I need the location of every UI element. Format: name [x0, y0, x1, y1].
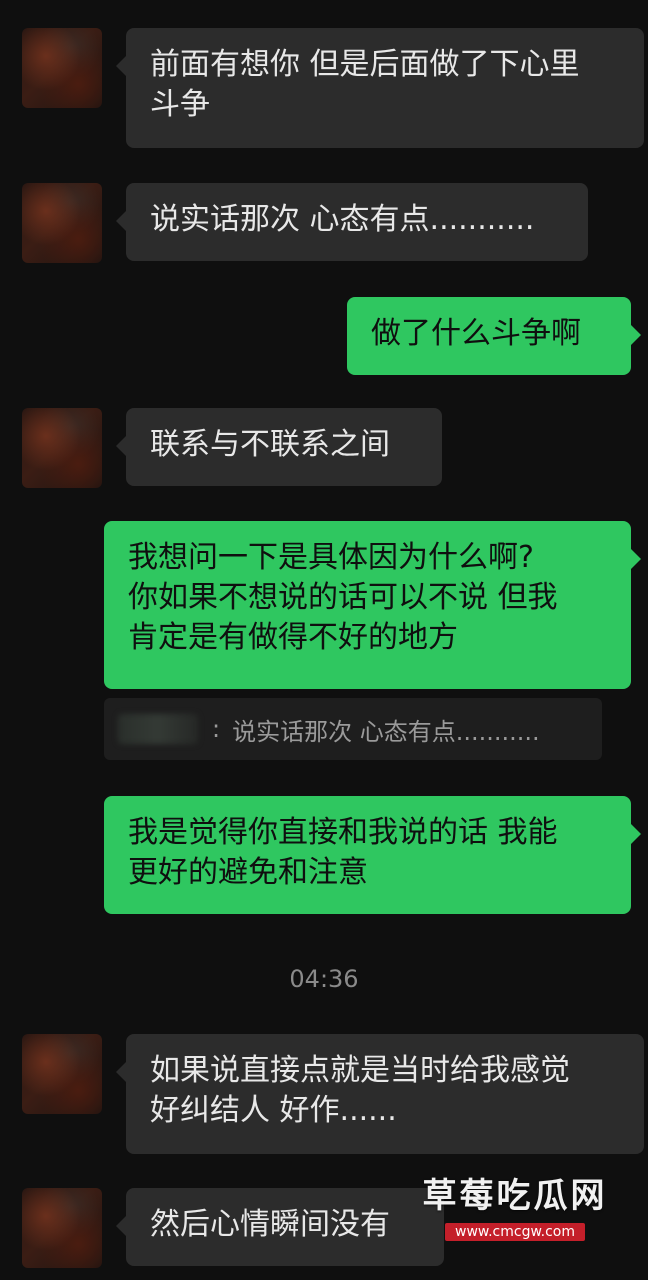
contact-avatar[interactable]	[22, 28, 102, 108]
incoming-message-bubble[interactable]: 前面有想你 但是后面做了下心里 斗争	[116, 28, 644, 148]
quoted-message[interactable]: : 说实话那次 心态有点...........	[104, 698, 602, 760]
incoming-message-bubble[interactable]: 如果说直接点就是当时给我感觉 好纠结人 好作......	[116, 1034, 644, 1154]
quote-separator: :	[212, 715, 221, 743]
contact-avatar[interactable]	[22, 1034, 102, 1114]
message-timestamp: 04:36	[289, 965, 359, 993]
outgoing-message-bubble[interactable]: 我是觉得你直接和我说的话 我能 更好的避免和注意	[104, 796, 641, 914]
quoted-message-text: 说实话那次 心态有点...........	[232, 717, 540, 746]
incoming-message-bubble[interactable]: 然后心情瞬间没有	[116, 1188, 444, 1266]
contact-avatar[interactable]	[22, 1188, 102, 1268]
quoted-sender-name-blurred	[118, 714, 198, 744]
incoming-message-bubble[interactable]: 联系与不联系之间	[116, 408, 442, 486]
outgoing-message-bubble[interactable]: 我想问一下是具体因为什么啊? 你如果不想说的话可以不说 但我 肯定是有做得不好的…	[104, 521, 641, 689]
contact-avatar[interactable]	[22, 408, 102, 488]
contact-avatar[interactable]	[22, 183, 102, 263]
watermark-url: www.cmcgw.com	[445, 1223, 585, 1241]
outgoing-message-bubble[interactable]: 做了什么斗争啊	[347, 297, 641, 375]
site-watermark: 草莓吃瓜网 www.cmcgw.com	[415, 1168, 615, 1241]
incoming-message-bubble[interactable]: 说实话那次 心态有点...........	[116, 183, 588, 261]
watermark-title: 草莓吃瓜网	[422, 1176, 608, 1216]
